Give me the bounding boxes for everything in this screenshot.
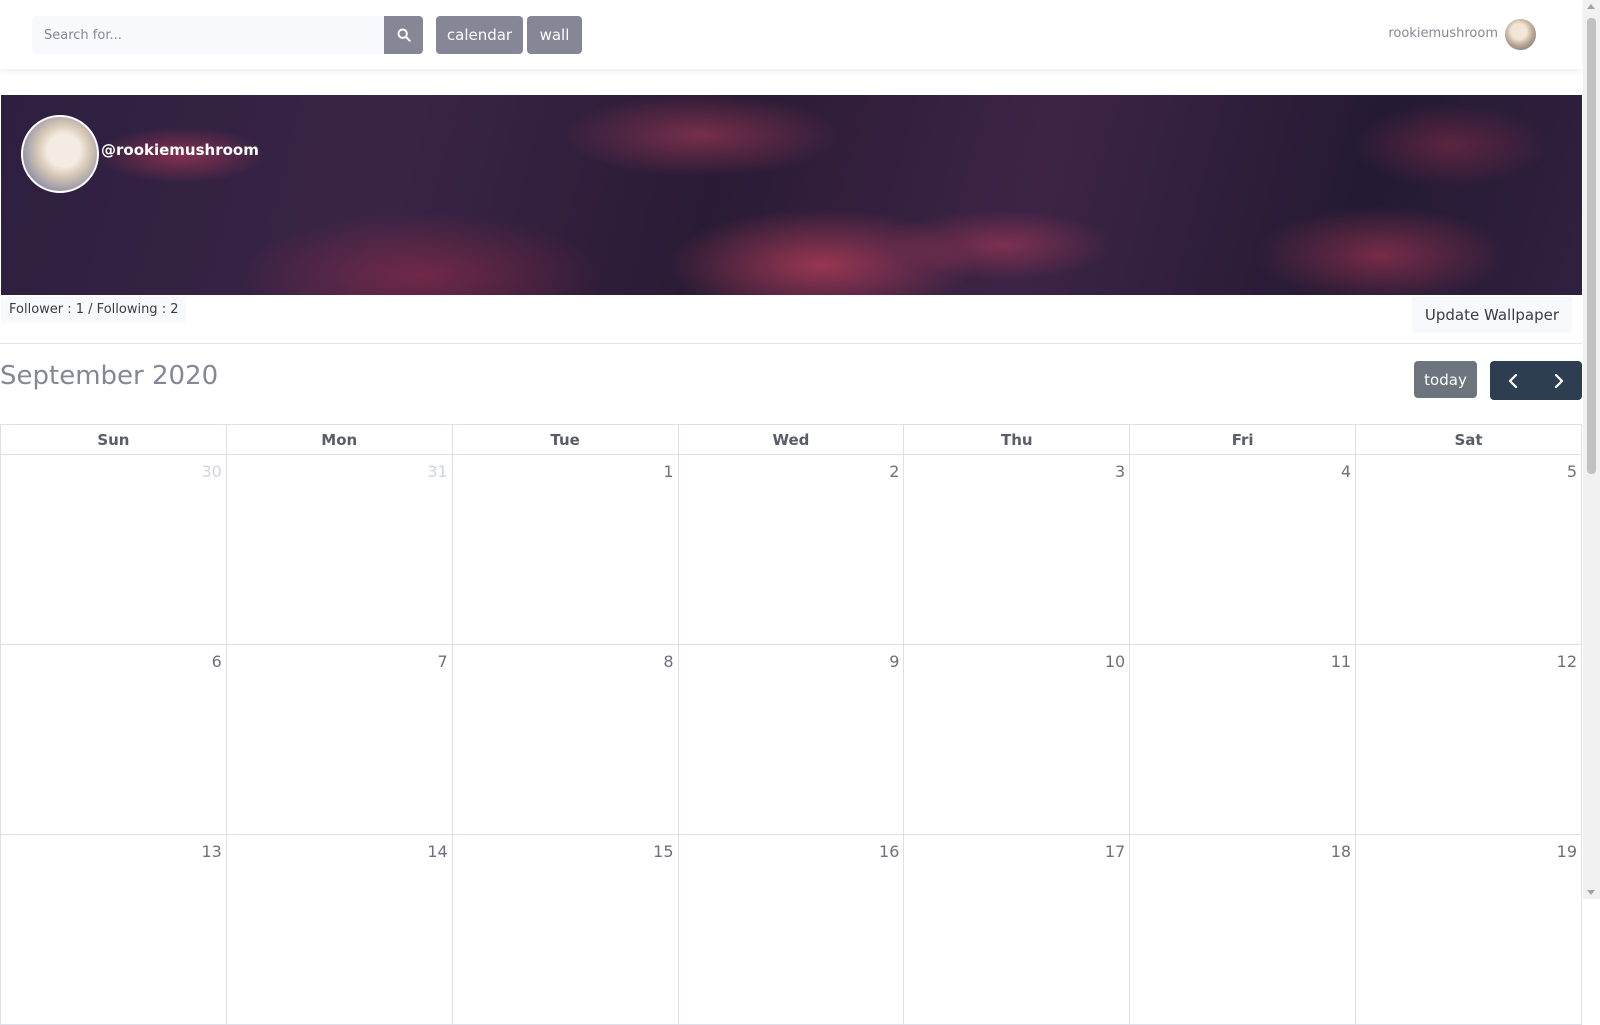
calendar-week-row: 13 14 15 16 17 18 19	[0, 834, 1582, 1025]
calendar-day-cell[interactable]: 19	[1355, 834, 1582, 1025]
calendar-day-cell[interactable]: 16	[677, 834, 905, 1025]
day-number[interactable]: 1	[663, 455, 677, 481]
day-number[interactable]: 30	[201, 455, 225, 481]
calendar-grid: Sun Mon Tue Wed Thu Fri Sat 30 31 1 2 3 4 5 6 7 8…	[0, 424, 1582, 1025]
day-number[interactable]: 16	[879, 835, 903, 861]
calendar-day-cell[interactable]: 9	[677, 644, 905, 835]
profile-avatar	[21, 115, 99, 193]
search-input[interactable]	[32, 16, 384, 54]
day-number[interactable]: 4	[1341, 455, 1355, 481]
calendar-day-cell[interactable]: 31	[225, 454, 453, 645]
calendar-day-cell[interactable]: 30	[0, 454, 227, 645]
search-icon	[397, 28, 411, 42]
top-navbar: calendar wall rookiemushroom	[0, 0, 1582, 69]
calendar-day-cell[interactable]: 1	[451, 454, 679, 645]
day-number[interactable]: 19	[1557, 835, 1581, 861]
calendar-title: September 2020	[0, 361, 219, 391]
calendar-day-cell[interactable]: 12	[1355, 644, 1582, 835]
next-month-button[interactable]	[1536, 361, 1582, 400]
calendar-week-row: 30 31 1 2 3 4 5	[0, 454, 1582, 645]
day-number[interactable]: 2	[889, 455, 903, 481]
calendar-day-cell[interactable]: 13	[0, 834, 227, 1025]
follow-stats: Follower : 1 / Following : 2	[1, 297, 187, 323]
calendar-day-cell[interactable]: 7	[225, 644, 453, 835]
calendar-day-cell[interactable]: 3	[903, 454, 1131, 645]
day-number[interactable]: 3	[1115, 455, 1129, 481]
user-name[interactable]: rookiemushroom	[1388, 26, 1498, 41]
search-button[interactable]	[384, 16, 423, 54]
weekday-header: Sun	[0, 424, 227, 455]
chevron-left-icon	[1508, 373, 1518, 388]
update-wallpaper-button[interactable]: Update Wallpaper	[1411, 297, 1572, 333]
calendar-day-cell[interactable]: 5	[1355, 454, 1582, 645]
search-group	[32, 16, 423, 54]
weekday-header: Sat	[1355, 424, 1582, 455]
day-number[interactable]: 14	[427, 835, 451, 861]
day-number[interactable]: 15	[653, 835, 677, 861]
calendar-day-cell[interactable]: 18	[1129, 834, 1357, 1025]
calendar-day-cell[interactable]: 4	[1129, 454, 1357, 645]
weekday-header: Mon	[225, 424, 453, 455]
profile-banner	[1, 95, 1582, 295]
calendar-day-cell[interactable]: 10	[903, 644, 1131, 835]
month-nav	[1490, 361, 1582, 400]
calendar-day-cell[interactable]: 17	[903, 834, 1131, 1025]
scroll-up-arrow[interactable]	[1587, 4, 1595, 9]
calendar-day-cell[interactable]: 6	[0, 644, 227, 835]
today-button[interactable]: today	[1414, 361, 1477, 398]
day-number[interactable]: 11	[1331, 645, 1355, 671]
day-number[interactable]: 12	[1557, 645, 1581, 671]
weekday-header: Wed	[677, 424, 905, 455]
weekday-header: Tue	[451, 424, 679, 455]
day-number[interactable]: 9	[889, 645, 903, 671]
day-number[interactable]: 13	[201, 835, 225, 861]
profile-handle: @rookiemushroom	[101, 141, 259, 159]
chevron-right-icon	[1554, 373, 1564, 388]
weekday-header-row: Sun Mon Tue Wed Thu Fri Sat	[0, 424, 1582, 455]
divider	[0, 343, 1582, 344]
scroll-down-arrow[interactable]	[1587, 890, 1595, 895]
day-number[interactable]: 7	[438, 645, 452, 671]
day-number[interactable]: 31	[427, 455, 451, 481]
user-avatar[interactable]	[1505, 19, 1536, 50]
calendar-button[interactable]: calendar	[436, 16, 523, 54]
scrollbar[interactable]	[1583, 0, 1600, 899]
calendar-day-cell[interactable]: 15	[451, 834, 679, 1025]
calendar-day-cell[interactable]: 2	[677, 454, 905, 645]
day-number[interactable]: 17	[1105, 835, 1129, 861]
day-number[interactable]: 5	[1567, 455, 1581, 481]
calendar-day-cell[interactable]: 11	[1129, 644, 1357, 835]
day-number[interactable]: 6	[212, 645, 226, 671]
day-number[interactable]: 10	[1105, 645, 1129, 671]
weekday-header: Fri	[1129, 424, 1357, 455]
calendar-week-row: 6 7 8 9 10 11 12	[0, 644, 1582, 835]
day-number[interactable]: 8	[663, 645, 677, 671]
scroll-thumb[interactable]	[1587, 18, 1596, 474]
weekday-header: Thu	[903, 424, 1131, 455]
prev-month-button[interactable]	[1490, 361, 1536, 400]
day-number[interactable]: 18	[1331, 835, 1355, 861]
calendar-day-cell[interactable]: 8	[451, 644, 679, 835]
calendar-day-cell[interactable]: 14	[225, 834, 453, 1025]
wall-button[interactable]: wall	[527, 16, 582, 54]
